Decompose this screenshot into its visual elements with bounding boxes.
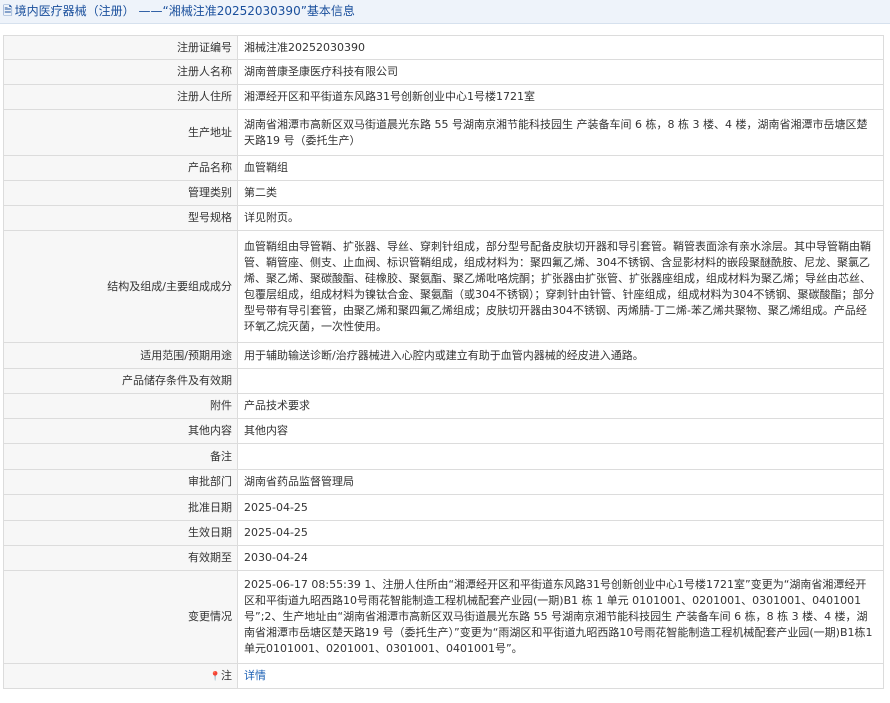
- label-remark: 备注: [3, 443, 238, 470]
- label-attachment: 附件: [3, 393, 238, 419]
- value-storage: [237, 368, 884, 394]
- header-suffix: 基本信息: [306, 4, 355, 18]
- label-change: 变更情况: [3, 570, 238, 664]
- document-icon: 🗎: [3, 4, 13, 18]
- header-category: 境内医疗器械（注册）: [14, 4, 135, 18]
- row-approve-date: 批准日期 2025-04-25: [3, 494, 884, 521]
- label-expiry: 有效期至: [3, 545, 238, 571]
- value-class: 第二类: [237, 180, 884, 206]
- row-production: 生产地址 湖南省湘潭市高新区双马街道晨光东路 55 号湖南京湘节能科技园生 产装…: [3, 109, 884, 156]
- row-note: 📍注 详情: [3, 663, 884, 689]
- row-expiry: 有效期至 2030-04-24: [3, 545, 884, 571]
- label-residence: 注册人住所: [3, 84, 238, 110]
- label-production: 生产地址: [3, 109, 238, 156]
- value-attachment: 产品技术要求: [237, 393, 884, 419]
- value-change: 2025-06-17 08:55:39 1、注册人住所由“湘潭经开区和平街道东风…: [237, 570, 884, 664]
- row-other: 其他内容 其他内容: [3, 418, 884, 444]
- label-storage: 产品储存条件及有效期: [3, 368, 238, 394]
- details-link[interactable]: 详情: [244, 669, 266, 682]
- row-model: 型号规格 详见附页。: [3, 205, 884, 231]
- label-product: 产品名称: [3, 155, 238, 181]
- page-header: 🗎 境内医疗器械（注册） ——“湘械注准20252030390”基本信息: [0, 0, 890, 24]
- label-registrant: 注册人名称: [3, 59, 238, 85]
- value-effective-date: 2025-04-25: [237, 520, 884, 546]
- label-approve-date: 批准日期: [3, 494, 238, 521]
- label-dept: 审批部门: [3, 469, 238, 495]
- value-product: 血管鞘组: [237, 155, 884, 181]
- value-approve-date: 2025-04-25: [237, 494, 884, 521]
- value-reg-no: 湘械注准20252030390: [237, 35, 884, 60]
- value-residence: 湘潭经开区和平街道东风路31号创新创业中心1号楼1721室: [237, 84, 884, 110]
- row-product: 产品名称 血管鞘组: [3, 155, 884, 181]
- value-remark: [237, 443, 884, 470]
- label-scope: 适用范围/预期用途: [3, 342, 238, 369]
- row-reg-no: 注册证编号 湘械注准20252030390: [3, 35, 884, 60]
- row-residence: 注册人住所 湘潭经开区和平街道东风路31号创新创业中心1号楼1721室: [3, 84, 884, 110]
- row-class: 管理类别 第二类: [3, 180, 884, 206]
- row-remark: 备注: [3, 443, 884, 470]
- label-model: 型号规格: [3, 205, 238, 231]
- label-reg-no: 注册证编号: [3, 35, 238, 60]
- row-scope: 适用范围/预期用途 用于辅助输送诊断/治疗器械进入心腔内或建立有助于血管内器械的…: [3, 342, 884, 369]
- pin-icon: 📍: [209, 671, 221, 682]
- value-production: 湖南省湘潭市高新区双马街道晨光东路 55 号湖南京湘节能科技园生 产装备车间 6…: [237, 109, 884, 156]
- header-separator: ——: [138, 4, 163, 18]
- row-effective-date: 生效日期 2025-04-25: [3, 520, 884, 546]
- label-note: 📍注: [3, 663, 238, 689]
- value-expiry: 2030-04-24: [237, 545, 884, 571]
- label-other: 其他内容: [3, 418, 238, 444]
- value-other: 其他内容: [237, 418, 884, 444]
- row-change: 变更情况 2025-06-17 08:55:39 1、注册人住所由“湘潭经开区和…: [3, 570, 884, 664]
- row-registrant: 注册人名称 湖南普康圣康医疗科技有限公司: [3, 59, 884, 85]
- value-registrant: 湖南普康圣康医疗科技有限公司: [237, 59, 884, 85]
- label-note-text: 注: [221, 668, 232, 682]
- label-effective-date: 生效日期: [3, 520, 238, 546]
- row-storage: 产品储存条件及有效期: [3, 368, 884, 394]
- value-note: 详情: [237, 663, 884, 689]
- label-class: 管理类别: [3, 180, 238, 206]
- row-dept: 审批部门 湖南省药品监督管理局: [3, 469, 884, 495]
- header-reg-number: “湘械注准20252030390”: [162, 4, 307, 18]
- value-structure: 血管鞘组由导管鞘、扩张器、导丝、穿刺针组成，部分型号配备皮肤切开器和导引套管。鞘…: [237, 230, 884, 343]
- value-scope: 用于辅助输送诊断/治疗器械进入心腔内或建立有助于血管内器械的经皮进入通路。: [237, 342, 884, 369]
- row-attachment: 附件 产品技术要求: [3, 393, 884, 419]
- info-table: 注册证编号 湘械注准20252030390 注册人名称 湖南普康圣康医疗科技有限…: [3, 35, 884, 689]
- value-dept: 湖南省药品监督管理局: [237, 469, 884, 495]
- row-structure: 结构及组成/主要组成成分 血管鞘组由导管鞘、扩张器、导丝、穿刺针组成，部分型号配…: [3, 230, 884, 343]
- value-model: 详见附页。: [237, 205, 884, 231]
- label-structure: 结构及组成/主要组成成分: [3, 230, 238, 343]
